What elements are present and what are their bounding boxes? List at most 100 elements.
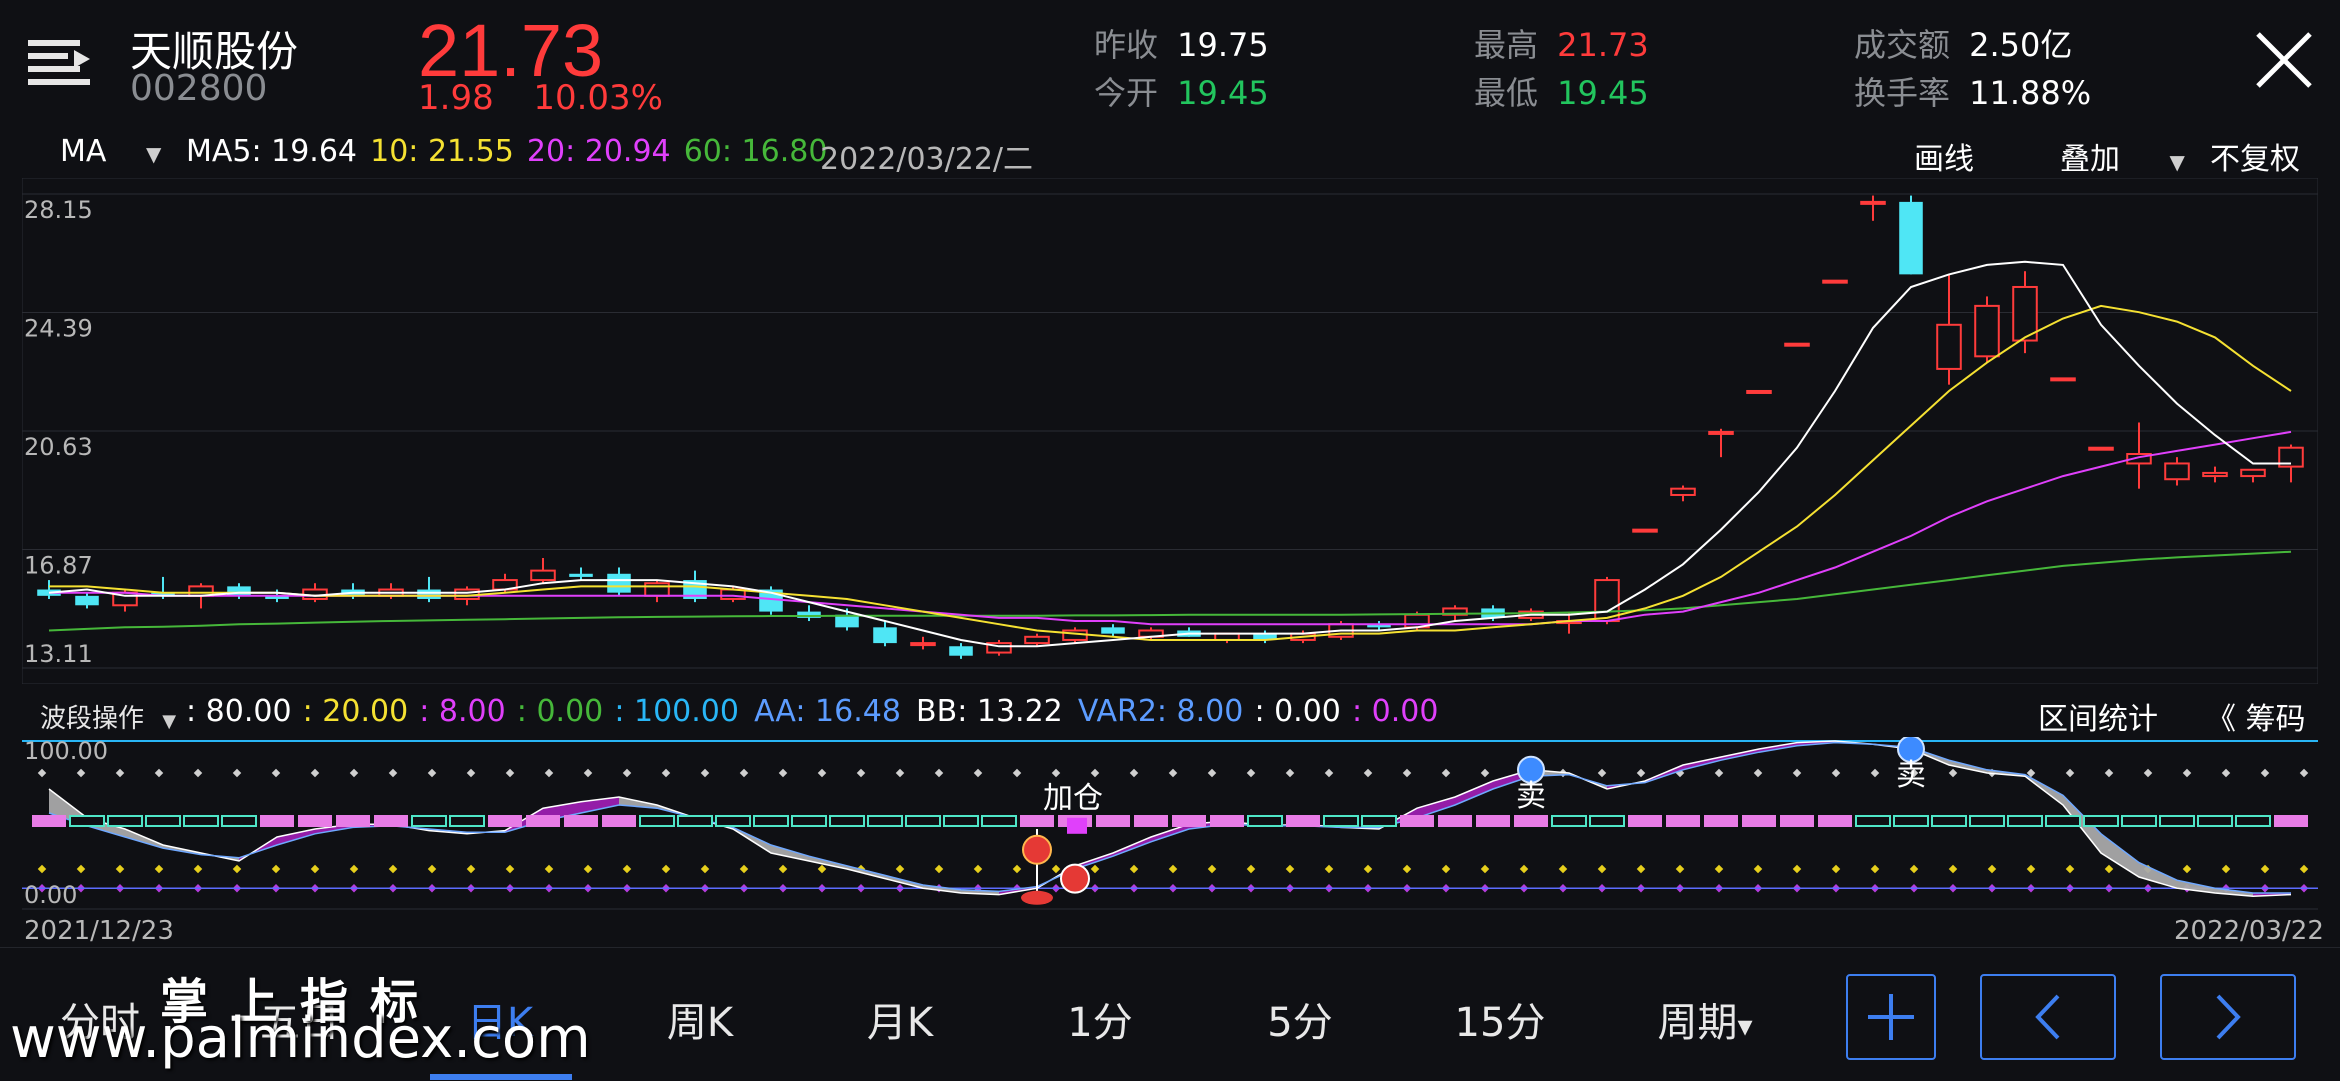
level-20-dot [2182, 864, 2192, 874]
level-20-dot [1909, 864, 1919, 874]
mid-band-segment [1666, 815, 1700, 827]
add-indicator-button[interactable] [1846, 974, 1936, 1060]
mid-band-segment [791, 815, 827, 827]
level-20-dot [1714, 864, 1724, 874]
level-20-dot [778, 864, 788, 874]
scroll-right-button[interactable] [2160, 974, 2296, 1060]
mid-band-segment [374, 815, 408, 827]
level-20-dot [2299, 864, 2309, 874]
mid-band-segment [1020, 815, 1054, 827]
mid-band-segment [1096, 815, 1130, 827]
indicator-value: : 20.00 [302, 694, 409, 729]
level-20-dot [505, 864, 515, 874]
end-date-label: 2022/03/22 [2174, 916, 2324, 946]
mid-band-segment [336, 815, 370, 827]
candle-body [607, 573, 631, 593]
candle-body [2240, 468, 2266, 478]
level-20-dot [1675, 864, 1685, 874]
level-80-dot [1753, 768, 1763, 778]
level-80-dot [193, 768, 203, 778]
candle-body [1860, 200, 1886, 205]
level-20-dot [1753, 864, 1763, 874]
tab-1min[interactable]: 1分 [1040, 990, 1160, 1048]
level-20-dot [739, 864, 749, 874]
quote-label: 今开 [1094, 74, 1159, 112]
indicator-value: : 0.00 [516, 694, 604, 729]
ma20-value: 20: 20.94 [526, 134, 671, 169]
ribbon-segment [2139, 862, 2177, 889]
level-80-dot [466, 768, 476, 778]
level-20-dot [1441, 864, 1451, 874]
quote-prev-close: 昨收 19.75 [1094, 20, 1269, 66]
level-20-dot [700, 864, 710, 874]
scroll-left-button[interactable] [1980, 974, 2116, 1060]
quote-value: 2.50亿 [1969, 26, 2073, 64]
mid-band-segment [1134, 815, 1168, 827]
active-tab-indicator [430, 1074, 572, 1080]
mid-band-segment [69, 815, 105, 827]
chevron-left-icon [2035, 994, 2060, 1040]
level-80-dot [1207, 768, 1217, 778]
candle-body [1670, 487, 1696, 496]
level-20-dot [271, 864, 281, 874]
mid-band-segment [1855, 815, 1891, 827]
level-20-dot [1090, 864, 1100, 874]
level-80-dot [271, 768, 281, 778]
level-80-dot [2104, 768, 2114, 778]
candle-body [2164, 462, 2190, 481]
y-tick-label: 24.39 [24, 315, 93, 343]
level-20-dot [2026, 864, 2036, 874]
level-80-dot [2260, 768, 2270, 778]
period-label: 周期 [1657, 1000, 1738, 1046]
tab-5min[interactable]: 5分 [1240, 990, 1360, 1048]
tab-monthly-k[interactable]: 月K [840, 990, 960, 1048]
level-80-dot [154, 768, 164, 778]
tab-weekly-k[interactable]: 周K [640, 990, 760, 1048]
level-80-dot [1597, 768, 1607, 778]
kline-chart[interactable]: 28.15 24.39 20.63 16.87 13.11 [22, 178, 2318, 684]
level-20-dot [154, 864, 164, 874]
tab-period-selector[interactable]: 周期▾ [1630, 990, 1780, 1048]
menu-icon[interactable] [28, 34, 92, 90]
mid-band-segment [488, 815, 522, 827]
ma-values: MA5: 19.64 10: 21.55 20: 20.94 60: 16.80 [186, 134, 827, 169]
level-20-dot [427, 864, 437, 874]
draw-line-button[interactable]: 画线 [1914, 134, 1974, 178]
candle-body [227, 586, 251, 596]
level-80-dot [2065, 768, 2075, 778]
quote-label: 昨收 [1094, 26, 1159, 64]
level-20-dot [1051, 864, 1061, 874]
mid-band-segment [1400, 815, 1434, 827]
mid-band-segment [639, 815, 675, 827]
level-80-dot [2221, 768, 2231, 778]
indicator-selector[interactable]: 波段操作 ▼ [40, 698, 176, 735]
level-80-dot [505, 768, 515, 778]
level-80-dot [739, 768, 749, 778]
adjust-selector[interactable]: 不复权 [2210, 134, 2300, 178]
candle-body [1974, 304, 2000, 358]
level-20-dot [76, 864, 86, 874]
candle-body [2050, 377, 2076, 382]
overlay-selector[interactable]: 叠加 ▼ [2060, 134, 2185, 178]
chips-button[interactable]: 《 筹码 [2206, 694, 2306, 738]
quote-label: 成交额 [1854, 26, 1951, 64]
indicator-chart[interactable]: 100.000.00加仓 卖卖 [22, 737, 2318, 917]
quote-value: 19.45 [1557, 74, 1649, 112]
candle-body [949, 646, 973, 656]
level-80-dot [2299, 768, 2309, 778]
level-20-dot [1363, 864, 1373, 874]
close-icon[interactable] [2254, 30, 2314, 90]
level-80-dot [661, 768, 671, 778]
ma-selector[interactable]: MA ▼ [60, 134, 161, 169]
range-stats-button[interactable]: 区间统计 [2038, 694, 2158, 738]
candle-body [1632, 528, 1658, 533]
quote-turnover-rate: 换手率 11.88% [1854, 68, 2091, 114]
level-80-dot [1090, 768, 1100, 778]
indicator-value: : 8.00 [419, 694, 506, 729]
y-tick-label: 20.63 [24, 433, 93, 461]
tab-15min[interactable]: 15分 [1440, 990, 1560, 1048]
ribbon-segment [1455, 781, 1493, 805]
level-20-dot [115, 864, 125, 874]
candle-body [417, 589, 441, 599]
candle-body [1746, 389, 1772, 394]
